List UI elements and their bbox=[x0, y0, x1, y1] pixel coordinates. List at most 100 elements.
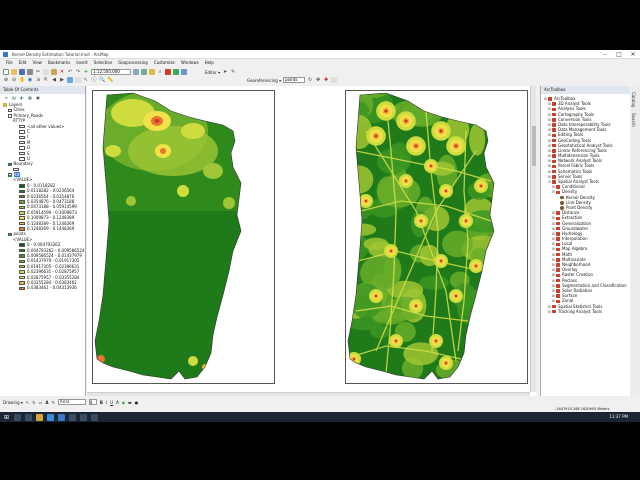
layer-visibility-checkbox[interactable] bbox=[8, 162, 12, 167]
arctoolbox-icon[interactable] bbox=[165, 69, 171, 75]
select-features-icon[interactable] bbox=[67, 77, 73, 83]
identify-icon[interactable]: ⓘ bbox=[91, 77, 97, 83]
zoom-in-icon[interactable]: ⊕ bbox=[3, 77, 9, 83]
rotate-tool-icon[interactable]: ↻ bbox=[32, 400, 35, 405]
link-table-icon[interactable] bbox=[331, 77, 338, 83]
horizontal-scrollbar[interactable] bbox=[87, 392, 530, 396]
italic-icon[interactable]: I bbox=[106, 400, 107, 405]
fill-color-icon[interactable]: ◆ bbox=[122, 400, 125, 405]
menu-customize[interactable]: Customize bbox=[151, 59, 178, 67]
open-icon[interactable] bbox=[11, 69, 17, 75]
browser-icon[interactable] bbox=[47, 413, 54, 421]
marker-color-icon[interactable]: ● bbox=[135, 400, 139, 405]
map-scale-input[interactable]: 1:12,500,000 bbox=[91, 69, 131, 75]
underline-icon[interactable]: U bbox=[110, 400, 113, 405]
control-points-icon[interactable]: ✚ bbox=[323, 77, 329, 83]
clear-selection-icon[interactable] bbox=[75, 77, 81, 83]
layer-visibility-checkbox[interactable] bbox=[8, 232, 12, 237]
scroll-thumb[interactable] bbox=[532, 126, 536, 166]
toolbox-item[interactable]: ⊞ Tracking Analyst Tools bbox=[544, 309, 630, 314]
georeferencing-layer-select[interactable]: points bbox=[283, 77, 306, 83]
next-extent-icon[interactable]: ▶ bbox=[59, 77, 65, 83]
font-select[interactable]: Arial bbox=[57, 399, 86, 405]
redo-icon[interactable]: ↷ bbox=[75, 69, 81, 75]
print-icon[interactable] bbox=[27, 69, 33, 75]
copy-icon[interactable] bbox=[43, 69, 49, 75]
arcmap-taskbar-icon[interactable] bbox=[58, 413, 65, 421]
edit-tool-icon[interactable]: ➤ bbox=[222, 69, 228, 75]
layer-visibility-checkbox[interactable] bbox=[8, 114, 12, 118]
text-tool-icon[interactable]: A bbox=[45, 400, 48, 405]
maximize-icon[interactable]: □ bbox=[612, 50, 626, 59]
vertical-scrollbar[interactable] bbox=[530, 86, 536, 392]
rectangle-tool-icon[interactable]: ▭ bbox=[39, 400, 43, 405]
add-data-icon[interactable]: + bbox=[83, 69, 89, 75]
measure-icon[interactable]: 📏 bbox=[107, 77, 113, 83]
tab-catalog[interactable]: Catalog bbox=[631, 86, 636, 107]
pan-icon[interactable]: ✋ bbox=[19, 77, 25, 83]
modelbuilder-icon[interactable] bbox=[181, 69, 187, 75]
font-size-select[interactable]: 8 bbox=[88, 399, 97, 405]
zoom-out-icon[interactable]: ⊖ bbox=[11, 77, 17, 83]
mail-icon[interactable] bbox=[69, 413, 76, 421]
file-explorer-icon[interactable] bbox=[36, 413, 43, 421]
search-taskbar-icon[interactable] bbox=[14, 413, 21, 421]
paste-icon[interactable] bbox=[51, 69, 57, 75]
menu-view[interactable]: View bbox=[29, 59, 45, 67]
search-icon[interactable]: ⌕ bbox=[157, 69, 163, 75]
delete-icon[interactable]: ✕ bbox=[59, 69, 65, 75]
tab-search[interactable]: Search bbox=[631, 107, 636, 127]
menu-selection[interactable]: Selection bbox=[91, 59, 115, 67]
minimize-icon[interactable]: – bbox=[598, 50, 612, 59]
close-icon[interactable]: ✕ bbox=[626, 50, 640, 59]
table-of-contents-icon[interactable] bbox=[141, 69, 147, 75]
hotspot-ring bbox=[439, 129, 443, 133]
menu-insert[interactable]: Insert bbox=[73, 59, 90, 67]
marker-tool-icon[interactable]: ✎ bbox=[52, 400, 55, 405]
list-by-selection-icon[interactable]: ▦ bbox=[27, 95, 33, 101]
find-icon[interactable]: 🔍 bbox=[99, 77, 105, 83]
menu-help[interactable]: Help bbox=[202, 59, 217, 67]
font-color-icon[interactable]: A bbox=[116, 400, 119, 405]
layer-visibility-checkbox[interactable] bbox=[8, 173, 12, 177]
undo-icon[interactable]: ↶ bbox=[67, 69, 73, 75]
menu-windows[interactable]: Windows bbox=[178, 59, 202, 67]
toc-item-label: 0.05914599 - 0.1009873 bbox=[27, 209, 77, 215]
python-icon[interactable] bbox=[173, 69, 179, 75]
toc-options-icon[interactable]: ▣ bbox=[35, 95, 41, 101]
sketch-tool-icon[interactable]: ✎ bbox=[230, 69, 236, 75]
task-view-icon[interactable] bbox=[25, 413, 32, 421]
list-by-visibility-icon[interactable]: ◐ bbox=[19, 95, 25, 101]
georeferencing-menu[interactable]: Georeferencing ▾ bbox=[247, 78, 281, 83]
cut-icon[interactable]: ✂ bbox=[35, 69, 41, 75]
menu-edit[interactable]: Edit bbox=[16, 59, 30, 67]
layout-view[interactable] bbox=[87, 86, 536, 396]
list-by-source-icon[interactable]: ▤ bbox=[11, 95, 17, 101]
menu-bookmarks[interactable]: Bookmarks bbox=[45, 59, 73, 67]
editor-toolbar-icon[interactable] bbox=[133, 69, 139, 75]
menu-file[interactable]: File bbox=[3, 59, 16, 67]
line-color-icon[interactable]: ▬ bbox=[128, 400, 132, 405]
list-by-drawing-order-icon[interactable]: ≡ bbox=[3, 95, 9, 101]
catalog-icon[interactable] bbox=[149, 69, 155, 75]
bold-icon[interactable]: B bbox=[100, 400, 103, 405]
fixed-zoom-in-icon[interactable]: ⇲ bbox=[35, 77, 41, 83]
layer-visibility-checkbox[interactable] bbox=[8, 108, 12, 113]
fixed-zoom-out-icon[interactable]: ⇱ bbox=[43, 77, 49, 83]
windows-start-icon[interactable]: ⊞ bbox=[3, 414, 10, 421]
select-elements-tool-icon[interactable]: ↖ bbox=[26, 400, 29, 405]
save-icon[interactable] bbox=[19, 69, 25, 75]
store-icon[interactable] bbox=[91, 413, 98, 421]
settings-icon[interactable] bbox=[80, 413, 87, 421]
previous-extent-icon[interactable]: ◀ bbox=[51, 77, 57, 83]
kernel-density-map-smooth[interactable] bbox=[93, 91, 276, 385]
rotate-icon[interactable]: ↻ bbox=[307, 77, 313, 83]
kernel-density-map-detailed[interactable] bbox=[346, 91, 529, 385]
menu-geoprocessing[interactable]: Geoprocessing bbox=[115, 59, 151, 67]
select-elements-icon[interactable]: ↖ bbox=[83, 77, 89, 83]
shift-icon[interactable]: ✥ bbox=[315, 77, 321, 83]
new-icon[interactable] bbox=[3, 69, 9, 75]
full-extent-icon[interactable]: ◉ bbox=[27, 77, 33, 83]
editor-menu[interactable]: Editor ▾ bbox=[205, 70, 220, 75]
drawing-menu[interactable]: Drawing ▾ bbox=[3, 400, 23, 405]
